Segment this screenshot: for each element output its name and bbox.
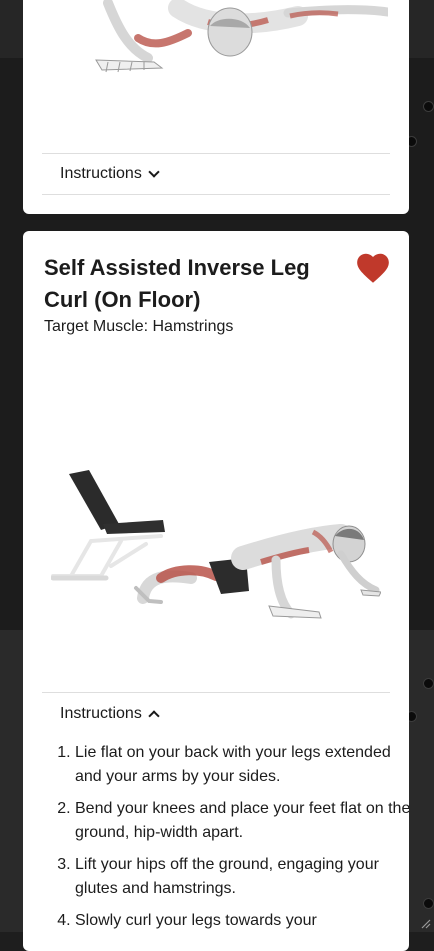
instruction-step: Lie flat on your back with your legs ext… xyxy=(75,741,409,789)
instructions-list: Lie flat on your back with your legs ext… xyxy=(44,741,409,941)
instructions-toggle[interactable]: Instructions xyxy=(60,705,160,723)
instruction-step: Lift your hips off the ground, engaging … xyxy=(75,853,409,901)
pushup-illustration xyxy=(95,0,388,73)
divider xyxy=(42,692,390,693)
chevron-up-icon xyxy=(148,710,160,722)
exercise-title: Self Assisted Inverse Leg Curl (On Floor… xyxy=(44,255,310,312)
exercise-card: Instructions xyxy=(23,0,409,214)
background-dot xyxy=(423,101,434,112)
instructions-toggle[interactable]: Instructions xyxy=(60,165,160,183)
instructions-label: Instructions xyxy=(60,165,142,182)
instructions-label: Instructions xyxy=(60,705,142,722)
chevron-down-icon xyxy=(148,166,160,178)
background-dot xyxy=(423,678,434,689)
resize-grip-icon[interactable] xyxy=(419,917,431,929)
background-dot xyxy=(423,898,434,909)
divider xyxy=(42,153,390,154)
instruction-step: Bend your knees and place your feet flat… xyxy=(75,797,409,845)
exercise-card: Self Assisted Inverse Leg Curl (On Floor… xyxy=(23,231,409,951)
exercise-illustration xyxy=(51,470,381,619)
heart-icon[interactable] xyxy=(354,249,392,287)
instruction-step: Slowly curl your legs towards your xyxy=(75,909,409,933)
divider xyxy=(42,194,390,195)
target-muscle: Target Muscle: Hamstrings xyxy=(44,318,234,335)
